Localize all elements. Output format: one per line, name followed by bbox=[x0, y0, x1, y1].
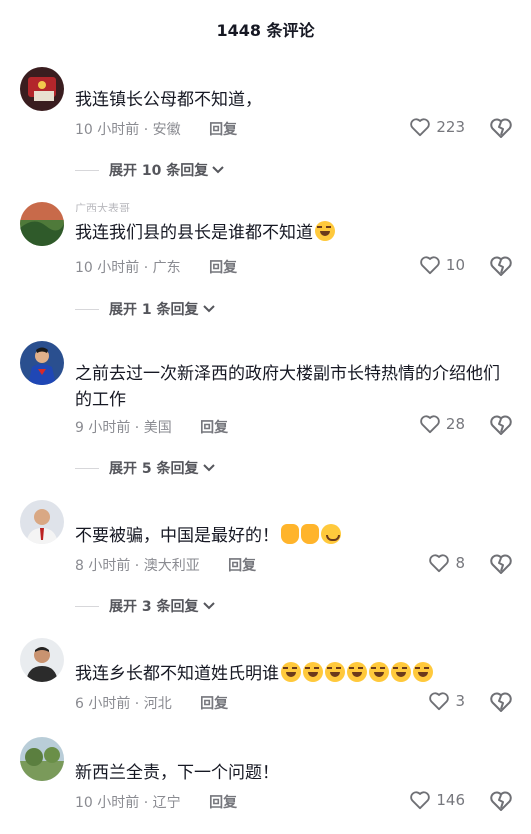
reply-button[interactable]: 回复 bbox=[200, 420, 228, 436]
like-count: 223 bbox=[436, 118, 465, 136]
heart-outline-icon bbox=[410, 118, 431, 137]
comment-count-title: 1448 条评论 bbox=[216, 21, 315, 40]
comment-text: 不要被骗，中国是最好的！ bbox=[75, 523, 515, 549]
expand-replies-button[interactable]: 展开 3 条回复 bbox=[75, 596, 216, 616]
comment-location: 澳大利亚 bbox=[143, 558, 200, 574]
like-button[interactable]: 10 bbox=[419, 255, 465, 275]
laughing-emoji-icon bbox=[303, 662, 323, 682]
comment-meta: 6 小时前 · 河北 回复 bbox=[75, 696, 229, 712]
broken-heart-icon[interactable] bbox=[489, 413, 513, 437]
thumbs-up-emoji-icon bbox=[281, 524, 299, 544]
broken-heart-icon[interactable] bbox=[489, 789, 513, 813]
expand-replies-label: 展开 1 条回复 bbox=[109, 302, 199, 318]
expand-replies-label: 展开 3 条回复 bbox=[109, 599, 199, 615]
avatar[interactable] bbox=[20, 737, 64, 781]
laughing-emoji-icon bbox=[413, 662, 433, 682]
comment-text: 我连乡长都不知道姓氏明谁 bbox=[75, 661, 515, 687]
reply-button[interactable]: 回复 bbox=[209, 795, 237, 811]
comment-meta: 10 小时前 · 辽宁 回复 bbox=[75, 795, 238, 811]
smiling-emoji-icon bbox=[321, 524, 341, 544]
reply-button[interactable]: 回复 bbox=[228, 558, 256, 574]
reply-button[interactable]: 回复 bbox=[209, 260, 237, 276]
comment-location: 美国 bbox=[143, 420, 172, 436]
comment-time: 6 小时前 bbox=[75, 696, 131, 712]
avatar[interactable] bbox=[20, 67, 64, 111]
avatar[interactable] bbox=[20, 202, 64, 246]
comments-header: 1448 条评论 bbox=[0, 0, 531, 58]
comment-location: 辽宁 bbox=[152, 795, 181, 811]
heart-outline-icon bbox=[429, 554, 450, 573]
laughing-emoji-icon bbox=[325, 662, 345, 682]
avatar[interactable] bbox=[20, 638, 64, 682]
broken-heart-icon[interactable] bbox=[489, 116, 513, 140]
broken-heart-icon[interactable] bbox=[489, 690, 513, 714]
comment-time: 9 小时前 bbox=[75, 420, 131, 436]
comment-location: 河北 bbox=[143, 696, 172, 712]
like-count: 10 bbox=[445, 256, 465, 274]
comment-text: 之前去过一次新泽西的政府大楼副市长特热情的介绍他们的工作 bbox=[75, 364, 500, 410]
comment-time: 8 小时前 bbox=[75, 558, 131, 574]
reply-button[interactable]: 回复 bbox=[209, 122, 237, 138]
heart-outline-icon bbox=[420, 256, 440, 275]
avatar[interactable] bbox=[20, 341, 64, 385]
avatar[interactable] bbox=[20, 500, 64, 544]
comment-meta: 9 小时前 · 美国 回复 bbox=[75, 420, 229, 436]
expand-replies-button[interactable]: 展开 10 条回复 bbox=[75, 160, 225, 180]
broken-heart-icon[interactable] bbox=[489, 254, 513, 278]
laughing-emoji-icon bbox=[369, 662, 389, 682]
comment-location: 广东 bbox=[152, 260, 181, 276]
comment-meta: 10 小时前 · 广东 回复 bbox=[75, 260, 238, 276]
heart-outline-icon bbox=[429, 692, 450, 711]
like-button[interactable]: 28 bbox=[419, 414, 465, 434]
comment-time: 10 小时前 bbox=[75, 795, 140, 811]
comment-meta: 10 小时前 · 安徽 回复 bbox=[75, 122, 238, 138]
reply-button[interactable]: 回复 bbox=[200, 696, 228, 712]
heart-outline-icon bbox=[420, 415, 440, 434]
comment-text: 我连我们县的县长是谁都不知道 bbox=[75, 220, 515, 246]
like-count: 8 bbox=[455, 554, 465, 572]
comment-time: 10 小时前 bbox=[75, 260, 140, 276]
comment-username[interactable]: 广西大表哥 bbox=[75, 200, 130, 212]
expand-replies-label: 展开 10 条回复 bbox=[109, 163, 209, 179]
like-count: 3 bbox=[455, 692, 465, 710]
laughing-emoji-icon bbox=[347, 662, 367, 682]
expand-replies-button[interactable]: 展开 1 条回复 bbox=[75, 299, 216, 319]
laughing-emoji-icon bbox=[281, 662, 301, 682]
chevron-down-icon bbox=[202, 305, 215, 313]
broken-heart-icon[interactable] bbox=[489, 552, 513, 576]
heart-outline-icon bbox=[410, 791, 431, 810]
like-button[interactable]: 223 bbox=[409, 117, 465, 137]
laughing-emoji-icon bbox=[315, 221, 335, 241]
chevron-down-icon bbox=[202, 602, 215, 610]
chevron-down-icon bbox=[212, 166, 224, 174]
comment-text: 新西兰全责，下一个问题！ bbox=[75, 763, 279, 783]
like-count: 146 bbox=[436, 791, 465, 809]
comment-meta: 8 小时前 · 澳大利亚 回复 bbox=[75, 558, 257, 574]
comment-text: 我连镇长公母都不知道， bbox=[75, 90, 262, 110]
like-count: 28 bbox=[445, 415, 465, 433]
comment-location: 安徽 bbox=[152, 122, 181, 138]
expand-replies-button[interactable]: 展开 5 条回复 bbox=[75, 458, 216, 478]
laughing-emoji-icon bbox=[391, 662, 411, 682]
thumbs-up-emoji-icon bbox=[301, 524, 319, 544]
expand-replies-label: 展开 5 条回复 bbox=[109, 461, 199, 477]
chevron-down-icon bbox=[202, 464, 215, 472]
like-button[interactable]: 146 bbox=[409, 790, 465, 810]
like-button[interactable]: 3 bbox=[428, 691, 465, 711]
like-button[interactable]: 8 bbox=[428, 553, 465, 573]
comment-time: 10 小时前 bbox=[75, 122, 140, 138]
